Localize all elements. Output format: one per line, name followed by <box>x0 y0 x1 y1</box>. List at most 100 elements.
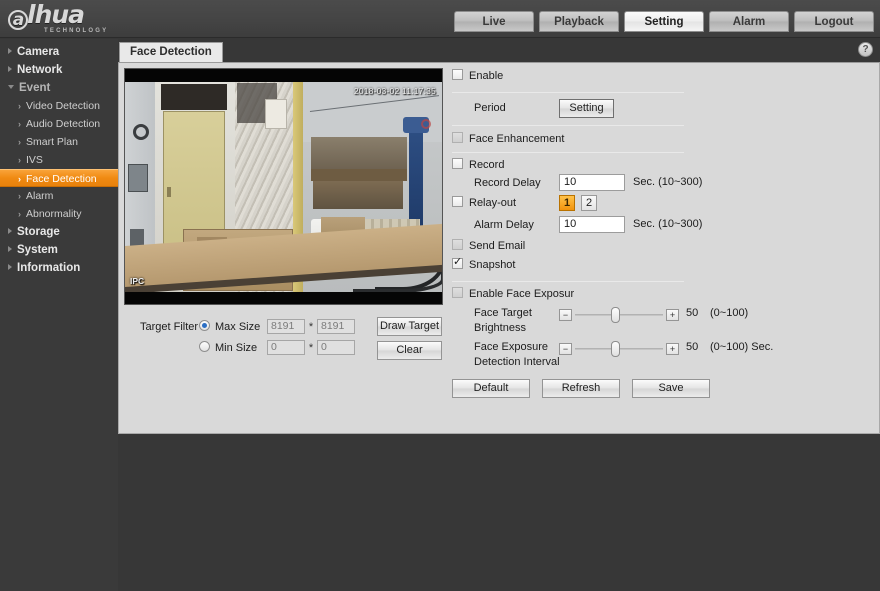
send-email-checkbox[interactable] <box>452 239 463 250</box>
logo-tagline: TECHNOLOGY <box>44 28 109 34</box>
sidebar: Camera Network Event › Video Detection › A… <box>0 39 118 591</box>
sidebar-item-smart-plan[interactable]: › Smart Plan <box>0 133 118 151</box>
face-target-brightness-label-line1: Face Target <box>474 307 532 319</box>
face-target-brightness-label-line2: Brightness <box>474 322 526 334</box>
relay-channel-1-button[interactable]: 1 <box>559 195 575 211</box>
sidebar-item-label: Alarm <box>26 190 54 202</box>
enable-row: Enable <box>452 69 872 89</box>
action-buttons-row: Default Refresh Save <box>452 375 872 399</box>
min-size-radio[interactable] <box>199 341 210 353</box>
top-nav-tabs: Live Playback Setting Alarm Logout <box>454 11 874 32</box>
chevron-right-icon: › <box>18 155 21 165</box>
nav-tab-alarm[interactable]: Alarm <box>709 11 789 32</box>
sidebar-item-storage[interactable]: Storage <box>0 223 118 241</box>
settings-column: Enable Period Setting Face Enhancement R… <box>452 69 872 399</box>
chevron-down-icon <box>8 85 14 89</box>
face-target-brightness-range: (0~100) <box>710 307 749 319</box>
video-channel-overlay: IPC <box>130 276 145 286</box>
alarm-delay-input[interactable]: 10 <box>559 216 625 233</box>
face-enhancement-row: Face Enhancement <box>452 126 872 148</box>
slider-increase-button[interactable]: + <box>666 343 679 355</box>
face-target-brightness-slider[interactable]: − + <box>559 307 679 323</box>
sidebar-item-abnormality[interactable]: › Abnormality <box>0 205 118 223</box>
size-separator: * <box>308 341 314 354</box>
record-label: Record <box>469 159 505 171</box>
chevron-right-icon: › <box>18 137 21 147</box>
face-exposure-interval-slider[interactable]: − + <box>559 341 679 357</box>
chevron-right-icon <box>8 264 12 270</box>
max-size-height-input[interactable]: 8191 <box>317 319 355 334</box>
nav-tab-setting[interactable]: Setting <box>624 11 704 32</box>
record-delay-label: Record Delay <box>474 177 541 189</box>
sidebar-item-label: Event <box>19 82 51 94</box>
sidebar-item-information[interactable]: Information <box>0 259 118 277</box>
slider-thumb[interactable] <box>611 307 620 323</box>
relay-out-checkbox[interactable] <box>452 196 463 207</box>
record-row: Record <box>452 153 872 174</box>
sidebar-item-video-detection[interactable]: › Video Detection <box>0 97 118 115</box>
slider-thumb[interactable] <box>611 341 620 357</box>
sidebar-item-ivs[interactable]: › IVS <box>0 151 118 169</box>
sidebar-item-label: System <box>17 244 58 256</box>
video-preview[interactable]: 2018-03-02 11:17:35 IPC <box>124 68 443 305</box>
clear-button[interactable]: Clear <box>377 341 442 360</box>
app-header: a lhua TECHNOLOGY Live Playback Setting A… <box>0 0 880 38</box>
face-target-brightness-value: 50 <box>686 307 699 319</box>
relay-out-row: Relay-out 1 2 <box>452 195 872 216</box>
record-checkbox[interactable] <box>452 158 463 169</box>
sidebar-item-face-detection[interactable]: › Face Detection <box>0 169 118 187</box>
face-exposure-interval-label-line2: Detection Interval <box>474 356 560 368</box>
refresh-button[interactable]: Refresh <box>542 379 620 398</box>
sidebar-item-label: Smart Plan <box>26 136 78 148</box>
tab-face-detection[interactable]: Face Detection <box>119 42 223 62</box>
logo-name: lhua <box>27 0 85 29</box>
alarm-delay-hint: Sec. (10~300) <box>633 218 703 230</box>
max-size-radio[interactable] <box>199 320 210 332</box>
sidebar-item-label: Network <box>17 64 63 76</box>
help-icon[interactable]: ? <box>858 42 873 57</box>
video-scene <box>125 69 442 304</box>
face-enhancement-label: Face Enhancement <box>469 133 565 145</box>
period-row: Period Setting <box>452 93 872 123</box>
relay-channel-2-button[interactable]: 2 <box>581 195 598 211</box>
sidebar-item-label: Camera <box>17 46 60 58</box>
face-enhancement-checkbox[interactable] <box>452 132 463 143</box>
slider-decrease-button[interactable]: − <box>559 309 572 321</box>
sidebar-item-network[interactable]: Network <box>0 61 118 79</box>
dahua-logo: a lhua TECHNOLOGY <box>8 2 123 35</box>
record-delay-input[interactable]: 10 <box>559 174 625 191</box>
min-size-width-input[interactable]: 0 <box>267 340 305 355</box>
default-button[interactable]: Default <box>452 379 530 398</box>
target-filter-min-row: Min Size 0 * 0 <box>199 340 355 355</box>
sidebar-item-alarm[interactable]: › Alarm <box>0 187 118 205</box>
relay-out-label: Relay-out <box>469 197 517 209</box>
enable-label: Enable <box>469 70 504 82</box>
alarm-delay-row: Alarm Delay 10 Sec. (10~300) <box>452 216 872 239</box>
sidebar-item-label: Storage <box>17 226 60 238</box>
nav-tab-logout[interactable]: Logout <box>794 11 874 32</box>
period-label: Period <box>474 102 506 114</box>
min-size-height-input[interactable]: 0 <box>317 340 355 355</box>
slider-increase-button[interactable]: + <box>666 309 679 321</box>
sidebar-item-event[interactable]: Event <box>0 79 118 97</box>
draw-target-button[interactable]: Draw Target <box>377 317 442 336</box>
sidebar-item-system[interactable]: System <box>0 241 118 259</box>
face-exposure-interval-row: Face Exposure Detection Interval − + 50 … <box>452 339 872 375</box>
target-filter-label: Target Filter <box>140 321 199 333</box>
snapshot-checkbox[interactable] <box>452 256 463 269</box>
slider-decrease-button[interactable]: − <box>559 343 572 355</box>
sidebar-item-camera[interactable]: Camera <box>0 43 118 61</box>
nav-tab-playback[interactable]: Playback <box>539 11 619 32</box>
snapshot-row: Snapshot <box>452 256 872 277</box>
period-setting-button[interactable]: Setting <box>559 99 614 118</box>
record-delay-row: Record Delay 10 Sec. (10~300) <box>452 174 872 196</box>
nav-tab-live[interactable]: Live <box>454 11 534 32</box>
enable-face-exposure-row: Enable Face Exposur <box>452 282 872 305</box>
enable-checkbox[interactable] <box>452 69 463 80</box>
enable-face-exposure-label: Enable Face Exposur <box>469 288 575 300</box>
sidebar-item-label: Video Detection <box>26 100 100 112</box>
max-size-width-input[interactable]: 8191 <box>267 319 305 334</box>
sidebar-item-audio-detection[interactable]: › Audio Detection <box>0 115 118 133</box>
enable-face-exposure-checkbox[interactable] <box>452 287 463 298</box>
save-button[interactable]: Save <box>632 379 710 398</box>
